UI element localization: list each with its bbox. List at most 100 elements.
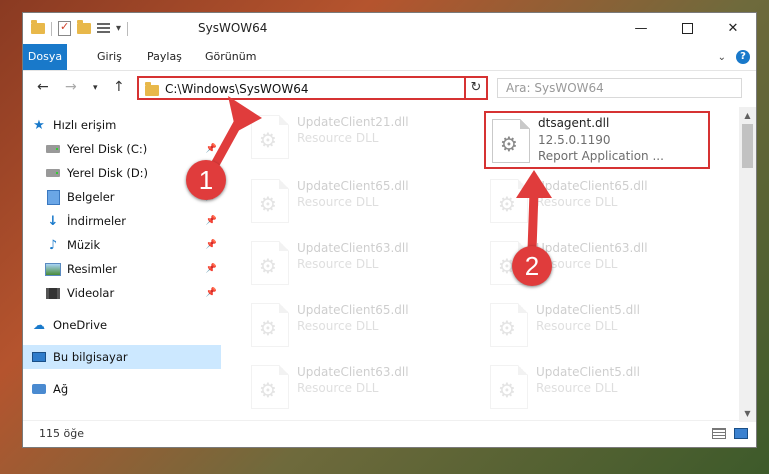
gear-icon: ⚙ (500, 132, 518, 156)
new-folder-icon[interactable] (77, 20, 91, 34)
pin-icon[interactable]: 📌 (206, 264, 217, 274)
ribbon-tabs: Dosya Giriş Paylaş Görünüm ⌄ ? (23, 44, 756, 71)
documents-icon (46, 189, 60, 205)
gear-icon: ⚙ (259, 378, 277, 402)
forward-arrow-icon[interactable]: → (65, 79, 77, 95)
gear-icon: ⚙ (498, 316, 516, 340)
file-item[interactable]: ⚙ UpdateClient65.dll Resource DLL (245, 173, 475, 229)
dll-file-icon: ⚙ (490, 179, 528, 223)
file-item[interactable]: ⚙ UpdateClient63.dll Resource DLL (245, 235, 475, 291)
toolbar-separator (51, 21, 52, 36)
customize-toolbar-icon[interactable] (97, 22, 110, 35)
properties-icon[interactable] (58, 20, 71, 36)
file-name: UpdateClient65.dll (297, 179, 409, 193)
details-view-icon[interactable] (712, 428, 726, 439)
file-item[interactable]: ⚙ UpdateClient65.dll Resource DLL (484, 173, 714, 229)
sidebar-item-label: İndirmeler (67, 214, 126, 228)
pin-icon[interactable]: 📌 (206, 216, 217, 226)
file-type: Resource DLL (536, 381, 618, 395)
sidebar-item-label: Resimler (67, 262, 117, 276)
sidebar-item-local-disk-c[interactable]: Yerel Disk (C:) 📌 (23, 137, 221, 161)
annotation-marker-2: 2 (512, 246, 552, 286)
refresh-button[interactable]: ↻ (464, 76, 488, 100)
gear-icon: ⚙ (259, 316, 277, 340)
network-icon (32, 384, 46, 394)
sidebar-item-pictures[interactable]: Resimler 📌 (23, 257, 221, 281)
file-list: ⚙ UpdateClient21.dll Resource DLL ⚙ dtsa… (223, 107, 733, 422)
view-switcher (712, 428, 748, 439)
file-name: UpdateClient5.dll (536, 303, 640, 317)
disk-icon (46, 145, 60, 153)
pin-icon[interactable]: 📌 (206, 144, 217, 154)
sidebar-item-videos[interactable]: Videolar 📌 (23, 281, 221, 305)
dll-file-icon: ⚙ (251, 115, 289, 159)
file-type: Resource DLL (297, 257, 379, 271)
computer-icon (32, 352, 46, 362)
close-button[interactable]: ✕ (710, 13, 756, 44)
up-arrow-icon[interactable]: ↑ (113, 79, 125, 95)
ribbon-right-controls: ⌄ ? (718, 50, 750, 64)
dll-file-icon: ⚙ (251, 241, 289, 285)
sidebar-item-label: Bu bilgisayar (53, 350, 128, 364)
file-name: UpdateClient63.dll (297, 241, 409, 255)
address-bar[interactable]: C:\Windows\SysWOW64 ⌄ (137, 76, 485, 100)
file-version: 12.5.0.1190 (538, 133, 611, 147)
file-item[interactable]: ⚙ UpdateClient65.dll Resource DLL (245, 297, 475, 353)
sidebar-item-network[interactable]: Ağ (23, 377, 229, 401)
gear-icon: ⚙ (259, 192, 277, 216)
sidebar-item-this-pc[interactable]: Bu bilgisayar (23, 345, 221, 369)
maximize-icon (681, 23, 693, 34)
gear-icon: ⚙ (498, 378, 516, 402)
folder-icon (145, 82, 159, 96)
expand-ribbon-icon[interactable]: ⌄ (718, 52, 726, 63)
file-item[interactable]: ⚙ UpdateClient63.dll Resource DLL (245, 359, 475, 415)
tab-share[interactable]: Paylaş (137, 44, 192, 70)
vertical-scrollbar[interactable]: ▲ ▼ (739, 107, 756, 422)
help-icon[interactable]: ? (736, 50, 750, 64)
sidebar-item-music[interactable]: ♪ Müzik 📌 (23, 233, 221, 257)
file-item[interactable]: ⚙ UpdateClient5.dll Resource DLL (484, 359, 714, 415)
file-name: dtsagent.dll (538, 116, 610, 130)
maximize-button[interactable] (664, 13, 710, 44)
sidebar-item-onedrive[interactable]: ☁ OneDrive (23, 313, 229, 337)
file-name: UpdateClient63.dll (297, 365, 409, 379)
file-item[interactable]: ⚙ UpdateClient21.dll Resource DLL (245, 109, 475, 165)
file-type: Resource DLL (536, 319, 618, 333)
search-input[interactable]: Ara: SysWOW64 (497, 78, 742, 98)
navigation-pane: ★ Hızlı erişim Yerel Disk (C:) 📌 Yerel D… (23, 113, 221, 418)
tab-home[interactable]: Giriş (87, 44, 132, 70)
annotation-marker-1: 1 (186, 160, 226, 200)
pin-icon[interactable]: 📌 (206, 288, 217, 298)
status-bar: 115 öğe (23, 420, 756, 447)
sidebar-item-downloads[interactable]: ↓ İndirmeler 📌 (23, 209, 221, 233)
pictures-icon (45, 262, 61, 276)
dll-file-icon: ⚙ (490, 303, 528, 347)
scroll-thumb[interactable] (742, 124, 753, 168)
sidebar-item-label: Ağ (53, 382, 69, 396)
sidebar-item-quick-access[interactable]: ★ Hızlı erişim (23, 113, 229, 137)
back-arrow-icon[interactable]: ← (37, 79, 49, 95)
file-item[interactable]: ⚙ UpdateClient5.dll Resource DLL (484, 297, 714, 353)
file-name: UpdateClient63.dll (536, 241, 648, 255)
file-type: Resource DLL (536, 195, 618, 209)
file-type: Resource DLL (297, 319, 379, 333)
chevron-down-icon[interactable]: ▾ (116, 23, 121, 34)
navigation-bar: ← → ▾ ↑ C:\Windows\SysWOW64 ⌄ ↻ Ara: Sys… (23, 71, 756, 105)
dll-file-icon: ⚙ (251, 365, 289, 409)
gear-icon: ⚙ (259, 128, 277, 152)
sidebar-item-label: Videolar (67, 286, 115, 300)
tab-file[interactable]: Dosya (23, 44, 67, 70)
dll-file-icon: ⚙ (251, 303, 289, 347)
dll-file-icon: ⚙ (251, 179, 289, 223)
minimize-button[interactable]: — (618, 13, 664, 44)
sidebar-item-label: Yerel Disk (C:) (67, 142, 148, 156)
pin-icon[interactable]: 📌 (206, 240, 217, 250)
recent-locations-icon[interactable]: ▾ (93, 83, 98, 93)
file-item-dtsagent[interactable]: ⚙ dtsagent.dll 12.5.0.1190 Report Applic… (484, 111, 710, 169)
sidebar-item-label: Hızlı erişim (53, 118, 117, 132)
tiles-view-icon[interactable] (734, 428, 748, 439)
scroll-up-icon[interactable]: ▲ (739, 107, 756, 124)
tab-view[interactable]: Görünüm (195, 44, 266, 70)
explorer-window: ▾ SysWOW64 — ✕ Dosya Giriş Paylaş Görünü… (22, 12, 757, 448)
quick-access-toolbar: ▾ (31, 20, 129, 36)
